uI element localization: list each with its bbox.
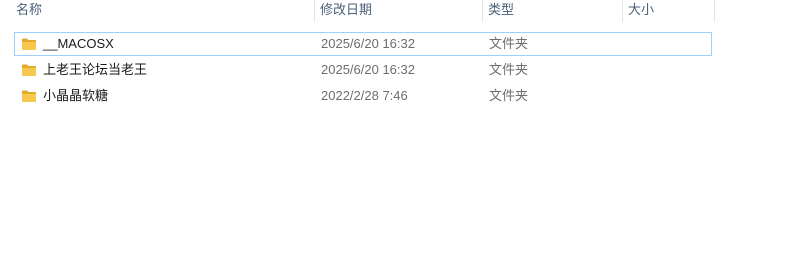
column-divider[interactable] <box>714 0 715 22</box>
file-modified-date: 2025/6/20 16:32 <box>321 36 415 51</box>
file-row[interactable]: __MACOSX 2025/6/20 16:32 文件夹 <box>14 32 712 56</box>
file-name: __MACOSX <box>43 36 114 51</box>
file-name: 小晶晶软糖 <box>43 88 109 103</box>
column-header-bar: 名称 修改日期 类型 大小 <box>0 0 800 24</box>
file-type: 文件夹 <box>489 36 529 51</box>
column-header-size[interactable]: 大小 <box>622 0 714 22</box>
column-header-name[interactable]: 名称 <box>10 0 310 22</box>
folder-icon <box>22 64 36 76</box>
file-type: 文件夹 <box>489 88 529 103</box>
column-header-type[interactable]: 类型 <box>482 0 622 22</box>
file-type: 文件夹 <box>489 62 529 77</box>
folder-icon <box>22 90 36 102</box>
file-modified-date: 2025/6/20 16:32 <box>321 62 415 77</box>
folder-icon <box>22 38 36 50</box>
file-row[interactable]: 上老王论坛当老王 2025/6/20 16:32 文件夹 <box>14 58 712 82</box>
file-modified-date: 2022/2/28 7:46 <box>321 88 408 103</box>
file-name: 上老王论坛当老王 <box>43 62 148 77</box>
file-row[interactable]: 小晶晶软糖 2022/2/28 7:46 文件夹 <box>14 84 712 108</box>
column-header-modified[interactable]: 修改日期 <box>314 0 482 22</box>
